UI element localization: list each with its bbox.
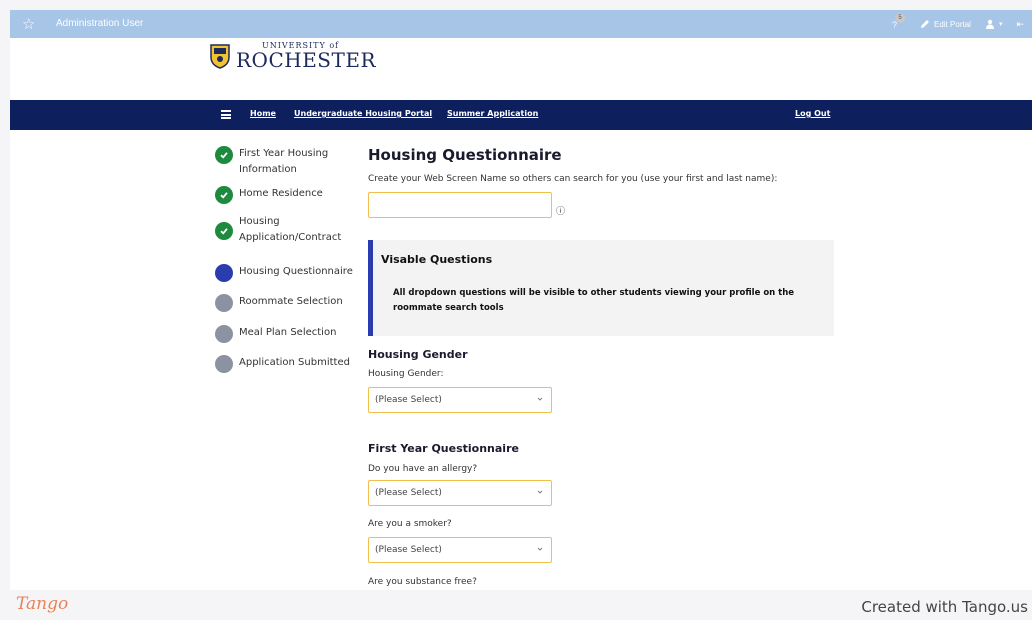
visible-questions-callout: Visable Questions All dropdown questions…: [368, 240, 834, 336]
user-menu-button[interactable]: ▾: [985, 19, 1003, 29]
tango-logo: Tango: [16, 594, 69, 614]
step-roommate-selection[interactable]: Roommate Selection: [215, 294, 365, 312]
step-label: Meal Plan Selection: [239, 327, 337, 338]
step-label: Application Submitted: [239, 357, 350, 368]
admin-user-name[interactable]: Administration User: [56, 18, 143, 29]
help-button[interactable]: ? 5: [892, 13, 906, 32]
housing-gender-heading: Housing Gender: [368, 348, 468, 361]
select-value: (Please Select): [375, 395, 442, 405]
callout-title: Visable Questions: [381, 253, 493, 266]
substance-free-label: Are you substance free?: [368, 577, 477, 587]
nav-undergraduate-housing-portal[interactable]: Undergraduate Housing Portal: [294, 109, 432, 118]
star-icon[interactable]: ☆: [22, 15, 40, 33]
step-pending-icon: [215, 294, 233, 312]
tango-credit: Created with Tango.us: [861, 598, 1028, 616]
smoker-select[interactable]: (Please Select): [368, 537, 552, 563]
web-screen-name-input[interactable]: [368, 192, 552, 218]
caret-down-icon: ▾: [998, 21, 1003, 28]
info-icon[interactable]: ⓘ: [556, 204, 565, 217]
page-title: Housing Questionnaire: [368, 146, 562, 164]
housing-gender-label: Housing Gender:: [368, 369, 444, 379]
allergy-select[interactable]: (Please Select): [368, 480, 552, 506]
step-application-submitted[interactable]: Application Submitted: [215, 355, 365, 373]
web-name-prompt: Create your Web Screen Name so others ca…: [368, 174, 778, 184]
select-value: (Please Select): [375, 488, 442, 498]
notification-badge: 5: [895, 13, 906, 23]
chevron-down-icon: [537, 490, 543, 494]
nav-log-out[interactable]: Log Out: [795, 109, 830, 118]
smoker-label: Are you a smoker?: [368, 519, 452, 529]
logo-wordmark: UNIVERSITY of ROCHESTER: [236, 42, 376, 72]
admin-bar-actions: ? 5 Edit Portal ▾ ⇤: [892, 13, 1024, 32]
main-navbar: Home Undergraduate Housing Portal Summer…: [10, 100, 1032, 130]
step-meal-plan-selection[interactable]: Meal Plan Selection: [215, 325, 365, 343]
step-complete-icon: [215, 186, 233, 204]
step-pending-icon: [215, 325, 233, 343]
chevron-down-icon: [537, 397, 543, 401]
housing-gender-select[interactable]: (Please Select): [368, 387, 552, 413]
user-icon: [985, 19, 994, 29]
step-complete-icon: [215, 222, 233, 240]
sign-out-icon[interactable]: ⇤: [1016, 19, 1024, 30]
step-label: Home Residence: [239, 188, 323, 199]
shield-crest-icon: [210, 44, 230, 69]
step-housing-application-contract[interactable]: Housing Application/Contract: [215, 214, 365, 246]
callout-body: All dropdown questions will be visible t…: [393, 288, 795, 313]
step-label: Housing Application/Contract: [239, 216, 342, 243]
pencil-icon: [921, 20, 930, 28]
step-label: Roommate Selection: [239, 296, 343, 307]
select-value: (Please Select): [375, 545, 442, 555]
hamburger-menu-icon[interactable]: [221, 110, 231, 119]
step-current-icon: [215, 264, 233, 282]
step-pending-icon: [215, 355, 233, 373]
step-complete-icon: [215, 146, 233, 164]
university-logo[interactable]: UNIVERSITY of ROCHESTER: [210, 40, 376, 72]
logo-rochester: ROCHESTER: [236, 48, 376, 72]
tango-footer: Tango Created with Tango.us: [0, 590, 1032, 620]
admin-bar: ☆ Administration User ? 5 Edit Portal ▾ …: [10, 10, 1032, 38]
step-label: Housing Questionnaire: [239, 266, 353, 277]
chevron-down-icon: [537, 547, 543, 551]
nav-summer-application[interactable]: Summer Application: [447, 109, 538, 118]
nav-home[interactable]: Home: [250, 109, 276, 118]
edit-portal-label: Edit Portal: [934, 19, 971, 29]
step-first-year-housing-information[interactable]: First Year Housing Information: [215, 146, 365, 178]
step-home-residence[interactable]: Home Residence: [215, 186, 365, 204]
browser-viewport: ☆ Administration User ? 5 Edit Portal ▾ …: [10, 10, 1032, 590]
step-label: First Year Housing Information: [239, 148, 329, 175]
first-year-questionnaire-heading: First Year Questionnaire: [368, 442, 519, 455]
allergy-label: Do you have an allergy?: [368, 464, 478, 474]
edit-portal-button[interactable]: Edit Portal: [920, 19, 971, 29]
step-housing-questionnaire[interactable]: Housing Questionnaire: [215, 264, 365, 282]
